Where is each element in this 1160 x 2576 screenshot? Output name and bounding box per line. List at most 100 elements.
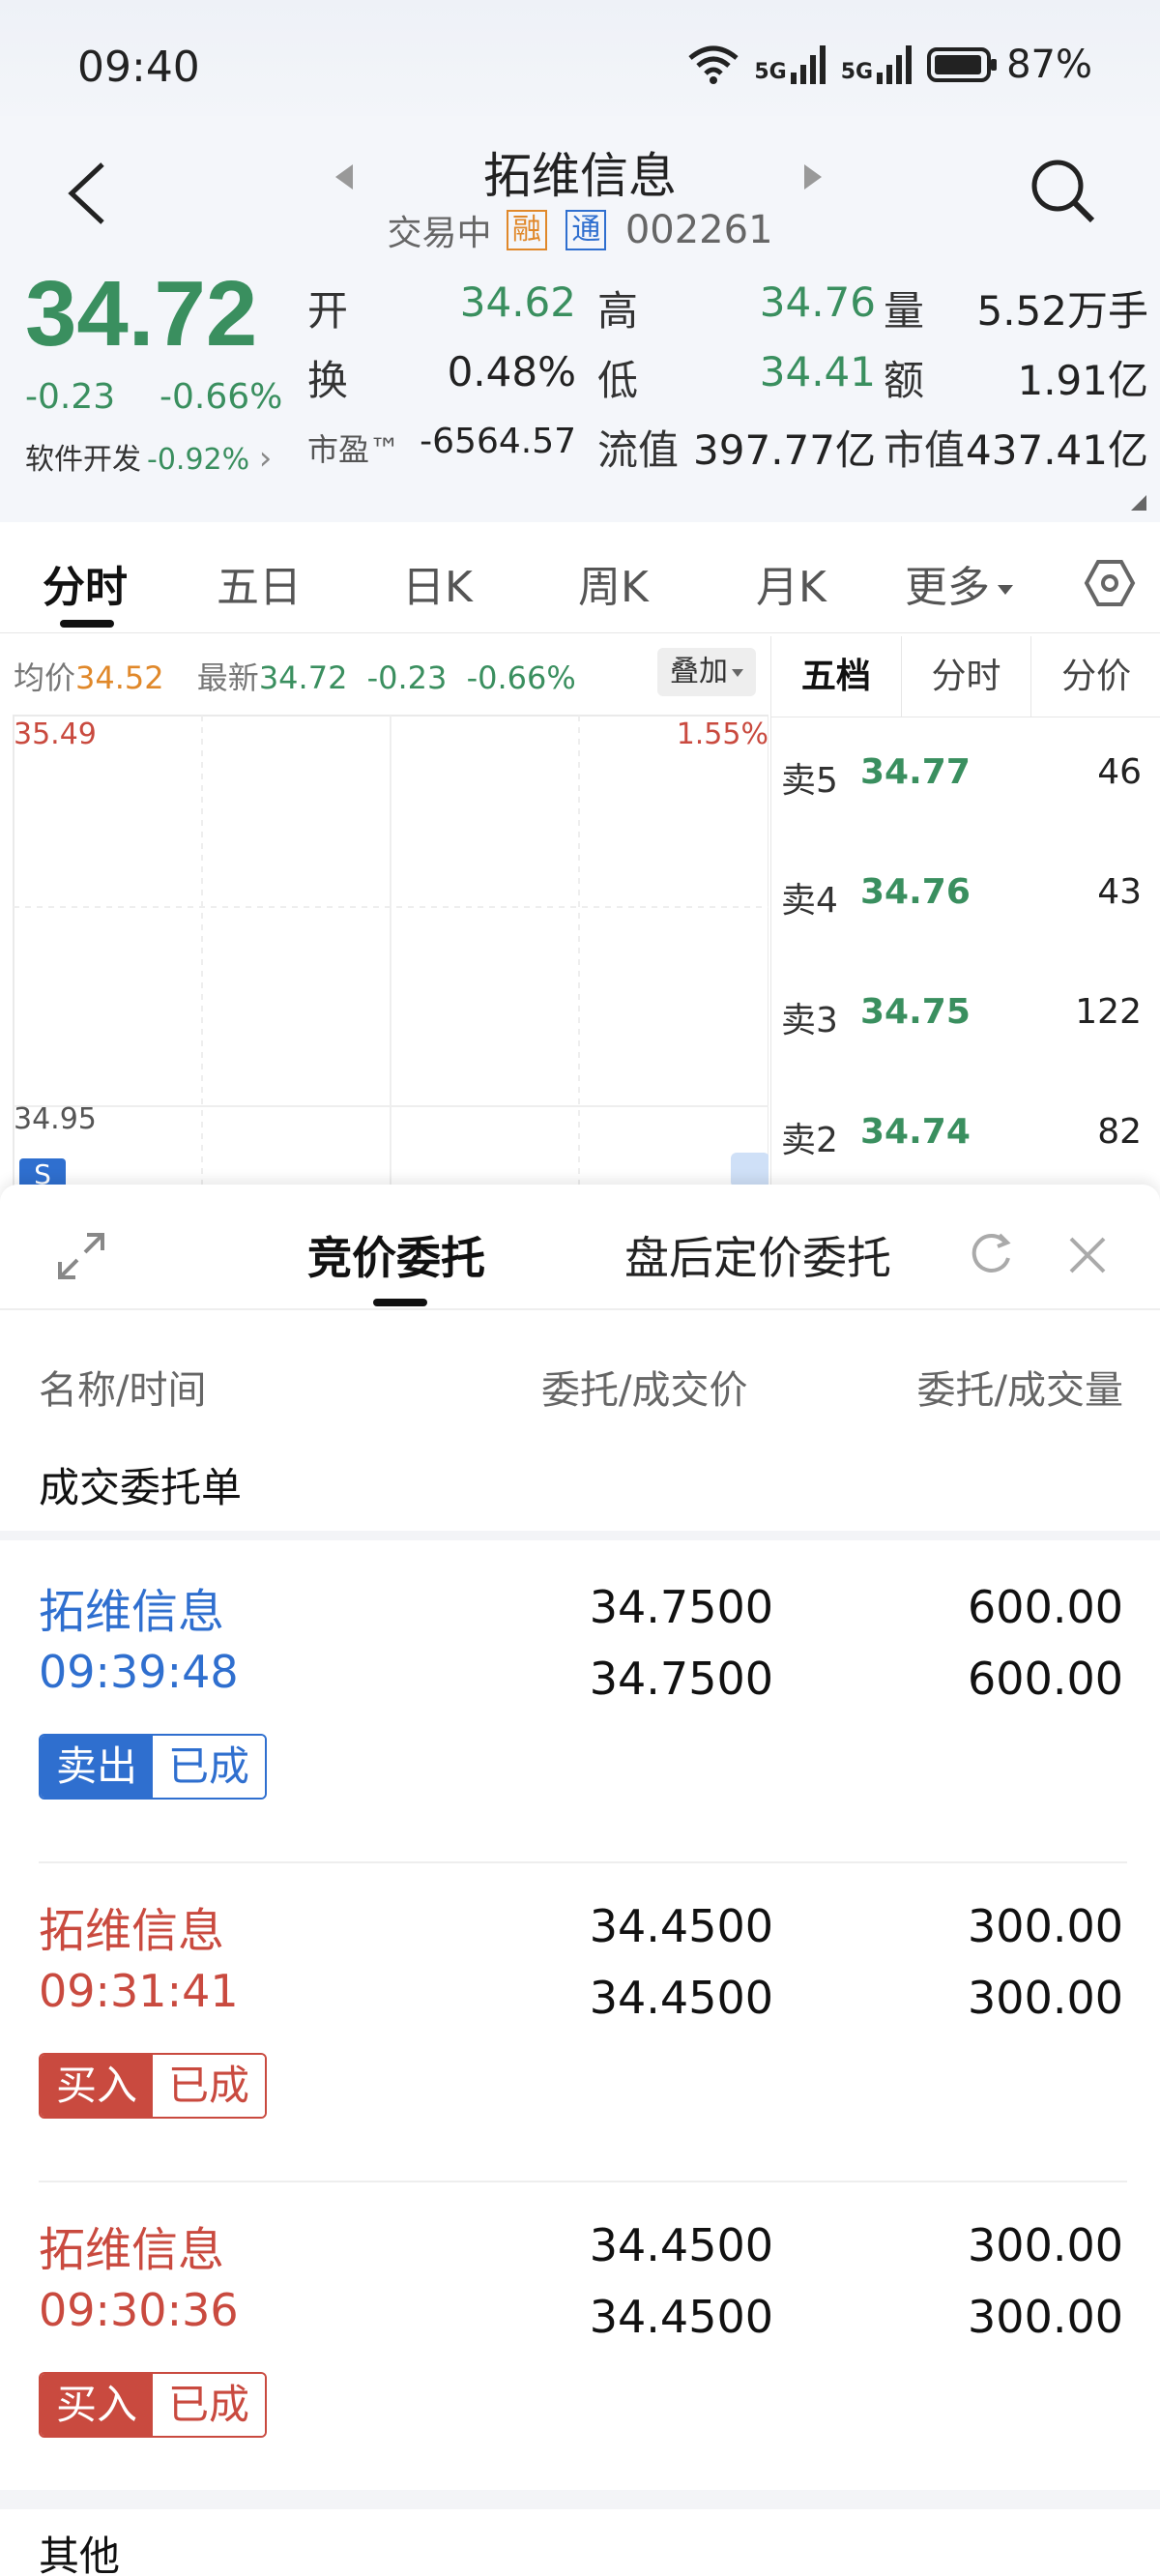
- col-header-price: 委托/成交价: [541, 1368, 748, 1413]
- order-qty: 600.00: [968, 1581, 1123, 1633]
- turnover-value: 0.48%: [447, 348, 576, 395]
- battery-indicator: 87%: [927, 43, 1092, 87]
- divider: [0, 1531, 1160, 1540]
- market-cap-label: 市值: [884, 426, 966, 474]
- high-label: 高: [597, 287, 639, 335]
- fill-price: 34.7500: [589, 1653, 773, 1705]
- search-button[interactable]: [1025, 153, 1102, 230]
- avg-value: 34.52: [75, 659, 164, 696]
- order-status: 已成: [153, 1736, 265, 1798]
- col-header-name: 名称/时间: [39, 1368, 207, 1413]
- volume-label: 量: [884, 287, 925, 335]
- stock-code: 002261: [624, 208, 773, 252]
- sell-marker[interactable]: S: [19, 1158, 66, 1190]
- y-axis-mid: 34.95: [14, 1102, 97, 1136]
- tab-five-levels[interactable]: 五档: [771, 636, 902, 717]
- refresh-button[interactable]: [967, 1231, 1015, 1279]
- tab-intraday[interactable]: 分时: [43, 552, 128, 614]
- order-row[interactable]: 拓维信息 09:30:36 34.4500 34.4500 300.00 300…: [0, 2182, 1160, 2502]
- caret-down-icon: [998, 585, 1013, 595]
- order-qty: 300.00: [968, 2219, 1123, 2271]
- low-label: 低: [597, 357, 639, 404]
- tab-daily-k[interactable]: 日K: [402, 552, 473, 614]
- status-time: 09:40: [77, 43, 200, 92]
- y-axis-top-pct: 1.55%: [676, 717, 768, 751]
- tab-more[interactable]: 更多: [905, 552, 1013, 614]
- pe-value: -6564.57: [420, 422, 576, 461]
- order-row[interactable]: 拓维信息 09:31:41 34.4500 34.4500 300.00 300…: [0, 1863, 1160, 2182]
- latest-change: -0.23: [366, 659, 448, 696]
- order-book-row: 卖4 34.76 43: [781, 872, 1142, 921]
- pe-label: 市盈™: [307, 431, 401, 468]
- order-side: 卖出: [41, 1736, 153, 1798]
- overlay-button[interactable]: 叠加: [657, 648, 756, 696]
- trading-status: 交易中: [387, 214, 492, 253]
- sector-name: 软件开发: [25, 443, 141, 477]
- chart-grid: [13, 715, 768, 1187]
- high-value: 34.76: [759, 278, 876, 326]
- col-header-qty: 委托/成交量: [916, 1368, 1123, 1413]
- order-row[interactable]: 拓维信息 09:39:48 34.7500 34.7500 600.00 600…: [0, 1544, 1160, 1863]
- stock-header: 拓维信息 交易中 融 通 002261: [0, 116, 1160, 261]
- tab-ticks[interactable]: 分时: [902, 636, 1032, 717]
- expand-icon: [58, 1233, 104, 1279]
- triangle-right-icon: [804, 164, 822, 190]
- order-price: 34.4500: [589, 2219, 773, 2271]
- sector-change: -0.92%: [147, 443, 250, 477]
- order-stock-name: 拓维信息: [39, 1904, 225, 1958]
- open-value: 34.62: [459, 278, 576, 326]
- chevron-right-icon: ›: [258, 439, 273, 478]
- sector-link[interactable]: 软件开发 -0.92% ›: [25, 435, 272, 478]
- fill-qty: 600.00: [968, 1653, 1123, 1705]
- signal-5g-icon: 5G: [754, 45, 826, 84]
- order-book-row: 卖5 34.77 46: [781, 752, 1142, 801]
- other-section-title: 其他: [39, 2532, 121, 2576]
- current-price: 34.72: [25, 262, 258, 366]
- fill-qty: 300.00: [968, 1972, 1123, 2024]
- close-button[interactable]: [1063, 1231, 1112, 1279]
- market-cap-value: 437.41亿: [966, 426, 1148, 474]
- order-stock-name: 拓维信息: [39, 1585, 225, 1639]
- chart-info-line: 均价34.52 最新34.72 -0.23 -0.66%: [14, 654, 576, 698]
- order-side: 买入: [41, 2055, 153, 2117]
- expand-button[interactable]: [56, 1231, 106, 1281]
- chart-settings-button[interactable]: [1083, 556, 1137, 610]
- refresh-icon: [972, 1233, 1011, 1273]
- avg-label: 均价: [14, 659, 76, 696]
- tab-price-volume[interactable]: 分价: [1031, 636, 1160, 717]
- open-label: 开: [307, 287, 349, 335]
- order-book-tabs: 五档 分时 分价: [771, 636, 1160, 717]
- latest-value: 34.72: [258, 659, 348, 696]
- divider: [0, 1308, 1160, 1310]
- order-price: 34.7500: [589, 1581, 773, 1633]
- caret-down-icon: [732, 668, 743, 677]
- wifi-icon: [686, 44, 740, 85]
- sheet-active-tab-indicator: [373, 1299, 427, 1306]
- active-tab-indicator: [60, 620, 114, 628]
- tab-weekly-k[interactable]: 周K: [578, 552, 649, 614]
- order-book-row: 卖2 34.74 82: [781, 1112, 1142, 1160]
- price-change-pct: -0.66%: [160, 377, 283, 417]
- order-side: 买入: [41, 2374, 153, 2436]
- orders-sheet: 竞价委托 盘后定价委托 名称/时间 委托/成交价 委托/成交量 成交委托单 拓维…: [0, 1185, 1160, 2576]
- stock-subtitle: 交易中 融 通 002261: [0, 205, 1160, 255]
- tab-five-day[interactable]: 五日: [217, 552, 302, 614]
- intraday-chart[interactable]: 均价34.52 最新34.72 -0.23 -0.66% 叠加 35.49 1.…: [0, 636, 768, 1190]
- close-icon: [1069, 1237, 1106, 1273]
- order-book: 五档 分时 分价 卖5 34.77 46 卖4 34.76 43 卖3 34.7…: [770, 636, 1160, 1187]
- expand-corner-icon[interactable]: [1131, 495, 1146, 511]
- chart-tabs: 分时 五日 日K 周K 月K 更多: [0, 527, 1160, 633]
- order-time: 09:39:48: [39, 1646, 239, 1698]
- tab-auction-orders[interactable]: 竞价委托: [307, 1223, 485, 1287]
- amount-value: 1.91亿: [1017, 357, 1148, 404]
- tab-monthly-k[interactable]: 月K: [756, 552, 826, 614]
- turnover-label: 换: [307, 357, 349, 404]
- float-cap-value: 397.77亿: [693, 426, 876, 474]
- margin-tag: 融: [506, 210, 547, 250]
- tab-after-hours-orders[interactable]: 盘后定价委托: [624, 1223, 891, 1287]
- next-stock-button[interactable]: [802, 162, 824, 191]
- order-time: 09:30:36: [39, 2284, 239, 2336]
- fill-qty: 300.00: [968, 2291, 1123, 2343]
- order-status-tag: 买入 已成: [39, 2372, 267, 2438]
- low-value: 34.41: [759, 348, 876, 395]
